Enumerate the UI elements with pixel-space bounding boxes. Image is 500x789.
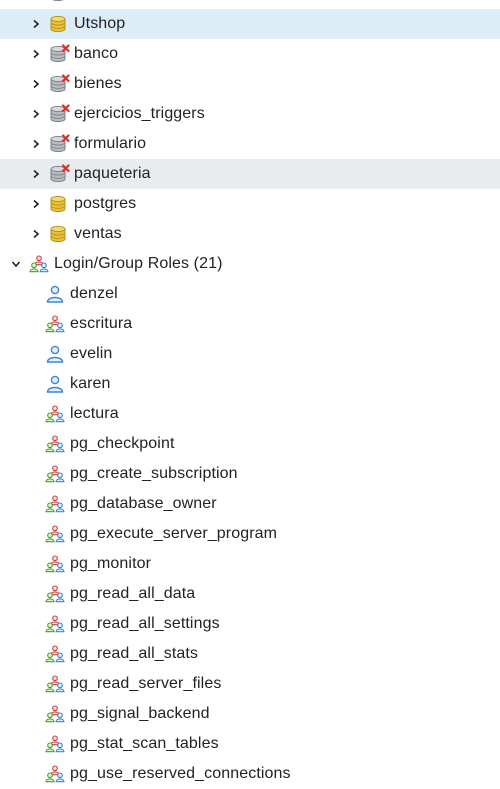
tree-item-role[interactable]: lectura [0,399,500,429]
tree-row-partial [0,0,500,8]
tree-item-role[interactable]: pg_read_all_settings [0,609,500,639]
login-role-icon [44,374,66,394]
group-role-icon [44,674,66,694]
role-name: pg_read_all_data [70,585,196,602]
database-name: paqueteria [74,165,151,182]
tree-item-role[interactable]: pg_database_owner [0,489,500,519]
group-role-icon [44,524,66,544]
chevron-right-icon[interactable] [28,76,44,92]
database-name: ejercicios_triggers [74,105,205,122]
tree-item-role[interactable]: pg_monitor [0,549,500,579]
group-role-icon [44,704,66,724]
group-role-icon [44,494,66,514]
role-name: escritura [70,315,133,332]
database-name: formulario [74,135,147,152]
role-name: pg_checkpoint [70,435,175,452]
tree-item-role[interactable]: pg_execute_server_program [0,519,500,549]
database-name: banco [74,45,119,62]
tree-item-role[interactable]: pg_read_all_data [0,579,500,609]
role-name: pg_read_all_stats [70,645,199,662]
database-icon [48,194,70,214]
tree-item-role[interactable]: pg_checkpoint [0,429,500,459]
database-disconnected-icon [48,104,70,124]
tree-item-role[interactable]: denzel [0,279,500,309]
role-name: pg_read_server_files [70,675,222,692]
group-label: Login/Group Roles (21) [54,255,223,272]
tree-item-database[interactable]: ejercicios_triggers [0,99,500,129]
role-name: pg_use_reserved_connections [70,765,291,782]
group-role-icon [44,314,66,334]
database-name: ventas [74,225,122,242]
group-role-icon [44,764,66,784]
group-roles-icon [28,254,50,274]
chevron-right-icon[interactable] [28,226,44,242]
group-role-icon [44,404,66,424]
chevron-right-icon[interactable] [28,46,44,62]
role-name: lectura [70,405,119,422]
database-icon [48,14,70,34]
chevron-right-icon[interactable] [28,16,44,32]
role-name: pg_stat_scan_tables [70,735,219,752]
tree-item-role[interactable]: pg_read_server_files [0,669,500,699]
login-role-icon [44,284,66,304]
login-role-icon [44,344,66,364]
role-name: pg_signal_backend [70,705,210,722]
role-name: pg_create_subscription [70,465,238,482]
tree-item-role[interactable]: pg_use_reserved_connections [0,759,500,789]
tree-item-database[interactable]: Utshop [0,9,500,39]
chevron-down-icon[interactable] [8,256,24,272]
database-icon [48,224,70,244]
tree-item-login-group-roles[interactable]: Login/Group Roles (21) [0,249,500,279]
tree-item-role[interactable]: evelin [0,339,500,369]
group-role-icon [44,584,66,604]
database-disconnected-icon [48,164,70,184]
tree-item-role[interactable]: karen [0,369,500,399]
tree-item-database[interactable]: formulario [0,129,500,159]
database-name: postgres [74,195,137,212]
chevron-right-icon[interactable] [28,166,44,182]
chevron-right-icon[interactable] [28,106,44,122]
chevron-icon [28,0,44,1]
tree-item-role[interactable]: escritura [0,309,500,339]
group-role-icon [44,434,66,454]
role-name: pg_read_all_settings [70,615,220,632]
role-name: evelin [70,345,113,362]
tree-item-database[interactable]: postgres [0,189,500,219]
group-role-icon [44,554,66,574]
role-name: pg_execute_server_program [70,525,278,542]
chevron-right-icon[interactable] [28,136,44,152]
group-role-icon [44,614,66,634]
group-role-icon [44,644,66,664]
role-name: pg_monitor [70,555,152,572]
tree-item-role[interactable]: pg_read_all_stats [0,639,500,669]
database-disconnected-icon [48,134,70,154]
tree-item-database[interactable]: banco [0,39,500,69]
tree-item-database[interactable]: ventas [0,219,500,249]
database-name: bienes [74,75,122,92]
group-role-icon [44,734,66,754]
tree-item-role[interactable]: pg_signal_backend [0,699,500,729]
tree-item-role[interactable]: pg_stat_scan_tables [0,729,500,759]
tree-item-database[interactable]: paqueteria [0,159,500,189]
database-name: Utshop [74,15,126,32]
role-name: karen [70,375,111,392]
database-disconnected-icon [48,44,70,64]
database-disconnected-icon [48,0,70,3]
role-name: pg_database_owner [70,495,217,512]
chevron-right-icon[interactable] [28,196,44,212]
group-role-icon [44,464,66,484]
database-disconnected-icon [48,74,70,94]
tree-item-role[interactable]: pg_create_subscription [0,459,500,489]
role-name: denzel [70,285,118,302]
tree-item-database[interactable]: bienes [0,69,500,99]
